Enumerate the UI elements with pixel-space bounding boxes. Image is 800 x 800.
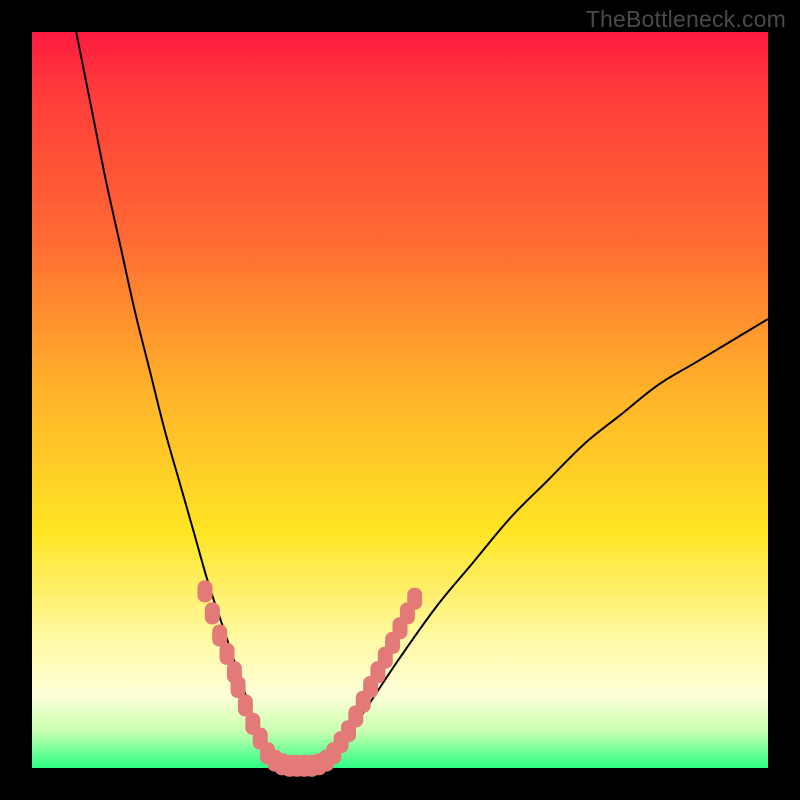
watermark-text: TheBottleneck.com <box>586 6 786 33</box>
data-marker <box>407 588 422 610</box>
bottleneck-curve-right <box>282 319 768 769</box>
bottleneck-curve-left <box>76 32 282 768</box>
plot-area <box>32 32 768 768</box>
data-marker <box>198 580 213 602</box>
curve-svg <box>32 32 768 768</box>
data-marker <box>205 602 220 624</box>
chart-frame: TheBottleneck.com <box>0 0 800 800</box>
marker-group <box>198 580 423 776</box>
